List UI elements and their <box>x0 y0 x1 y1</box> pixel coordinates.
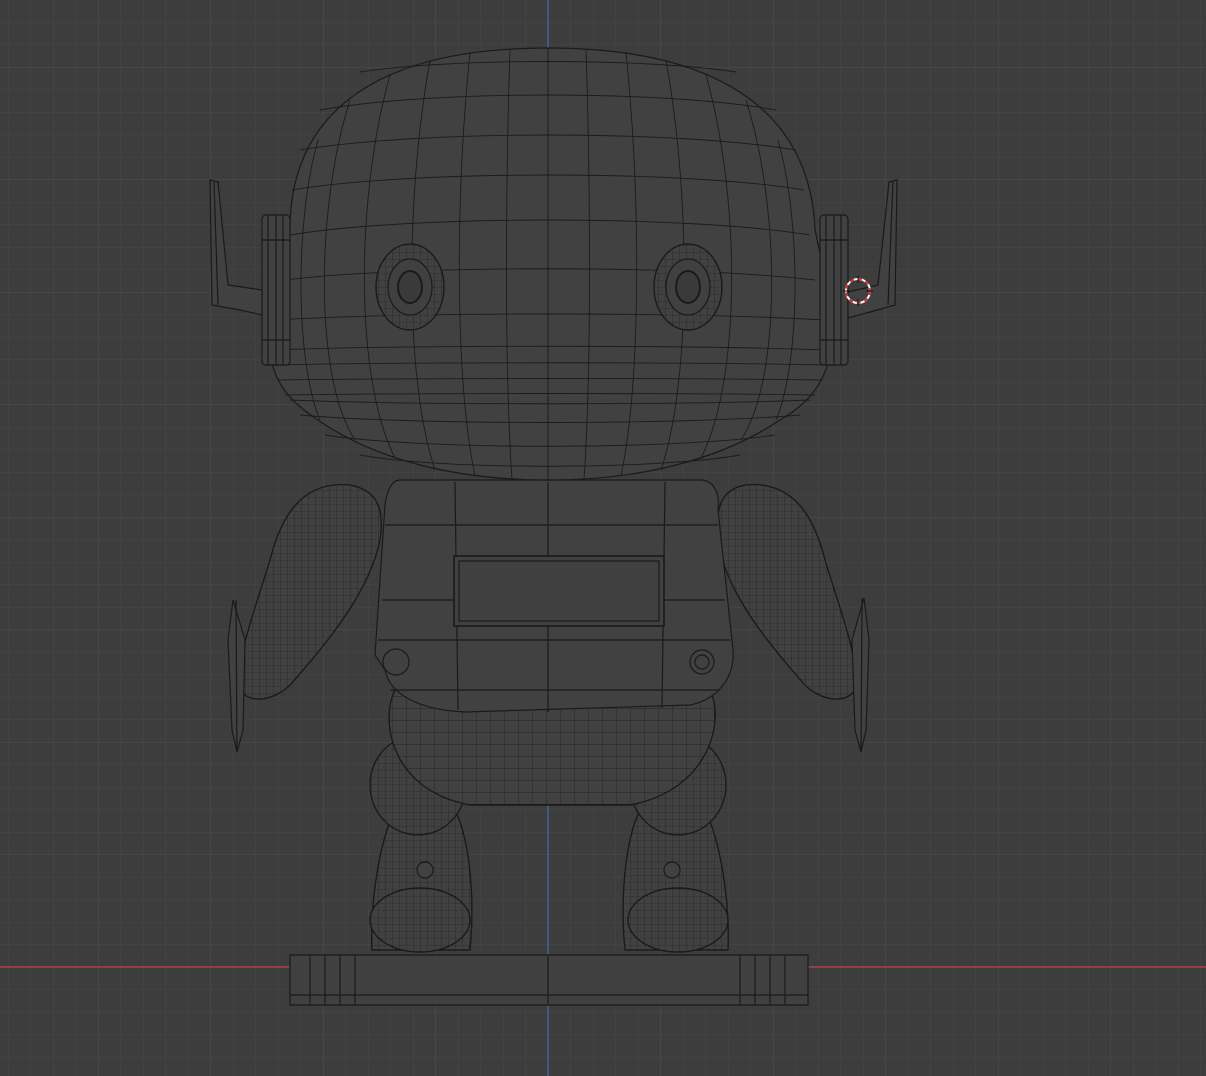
chest-button-right[interactable] <box>689 649 715 675</box>
left-eye[interactable] <box>375 243 445 331</box>
chest-screen[interactable] <box>453 555 665 627</box>
right-ear[interactable] <box>819 214 849 366</box>
right-eye[interactable] <box>653 243 723 331</box>
head[interactable] <box>267 47 833 481</box>
chest-button-left[interactable] <box>382 648 410 676</box>
3d-viewport[interactable] <box>0 0 1206 1076</box>
left-ear[interactable] <box>261 214 291 366</box>
base-platform[interactable] <box>289 954 809 1006</box>
